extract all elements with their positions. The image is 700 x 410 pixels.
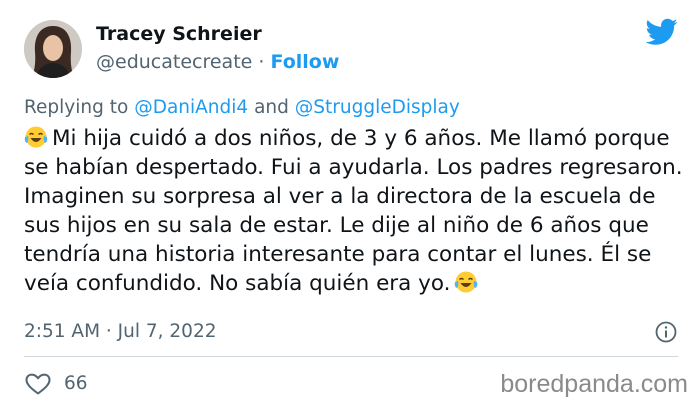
mention-dani-andi4[interactable]: @DaniAndi4 — [134, 97, 248, 118]
tweet-text: Mi hija cuidó a dos niños, de 3 y 6 años… — [24, 126, 683, 296]
avatar[interactable] — [24, 20, 82, 78]
tears-of-joy-emoji-icon — [454, 270, 478, 294]
author-handle[interactable]: @educatecreate — [96, 51, 252, 73]
replying-to-label: Replying to — [24, 97, 129, 118]
mention-struggle-display[interactable]: @StruggleDisplay — [295, 97, 460, 118]
watermark: boredpanda.com — [500, 370, 688, 398]
author-name[interactable]: Tracey Schreier — [96, 22, 262, 46]
separator-dot: · — [258, 51, 265, 73]
tweet-text-block: Mi hija cuidó a dos niños, de 3 y 6 años… — [24, 124, 684, 298]
heart-icon[interactable] — [24, 372, 52, 396]
author-handle-row: @educatecreate · Follow — [96, 50, 339, 74]
follow-button[interactable]: Follow — [270, 51, 339, 73]
like-count[interactable]: 66 — [64, 372, 88, 396]
tweet-timestamp[interactable]: 2:51 AM · Jul 7, 2022 — [24, 320, 217, 344]
replying-connector: and — [254, 97, 289, 118]
divider — [24, 356, 678, 357]
info-icon[interactable] — [654, 320, 678, 344]
twitter-bird-icon[interactable] — [645, 18, 678, 46]
replying-to-line: Replying to @DaniAndi4 and @StruggleDisp… — [24, 96, 460, 120]
tears-of-joy-emoji-icon — [24, 125, 48, 149]
